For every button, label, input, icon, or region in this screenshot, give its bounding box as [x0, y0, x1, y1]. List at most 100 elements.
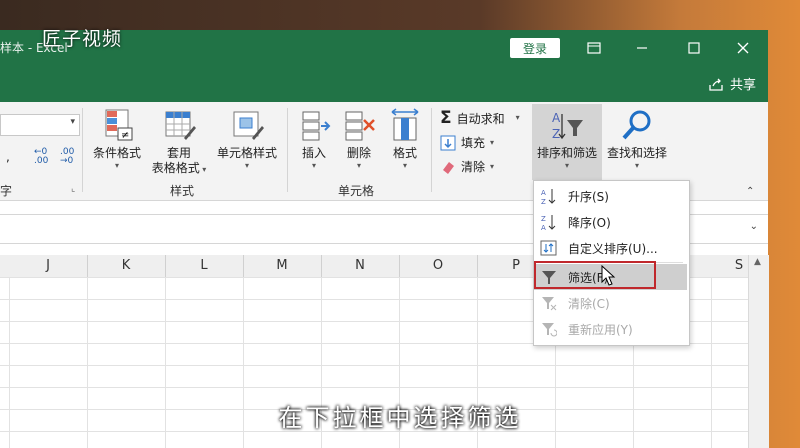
share-label: 共享 [730, 78, 757, 93]
format-as-table-button[interactable]: 套用 表格格式 ▾ [148, 108, 210, 176]
delete-label: 删除 [346, 146, 371, 160]
caret-icon: ▾ [311, 161, 316, 170]
svg-text:A: A [541, 189, 546, 197]
svg-text:Z: Z [541, 215, 546, 223]
column-header-m[interactable]: M [243, 255, 322, 277]
insert-icon [302, 111, 331, 141]
highlight-box [534, 261, 656, 289]
mouse-cursor-icon [601, 265, 616, 286]
format-table-icon [165, 111, 196, 140]
share-button[interactable]: 共享 [708, 74, 756, 93]
number-format-select[interactable]: ▾ [0, 114, 80, 136]
caret-icon: ▾ [490, 161, 495, 171]
close-icon[interactable] [731, 38, 755, 58]
minimize-icon[interactable] [630, 38, 654, 58]
magnifier-icon [622, 110, 651, 140]
sort-ascending-icon: AZ [540, 187, 558, 205]
share-icon [709, 78, 723, 91]
eraser-icon [443, 161, 454, 174]
caret-icon: ▾ [402, 161, 407, 170]
delete-icon [345, 111, 375, 141]
format-button[interactable]: 格式 ▾ [385, 108, 425, 171]
menu-item-label: 清除(C) [568, 296, 610, 311]
caret-icon: ▾ [244, 161, 249, 170]
custom-sort-icon [540, 239, 558, 257]
svg-text:≠: ≠ [121, 130, 129, 141]
menu-item-sort-descending[interactable]: ZA 降序(O) [534, 209, 687, 235]
cell-style-label: 单元格样式 [216, 146, 277, 160]
maximize-icon[interactable] [682, 38, 706, 58]
number-group-label: 字 [0, 184, 13, 198]
insert-label: 插入 [301, 146, 326, 160]
scroll-up-icon[interactable]: ▲ [754, 257, 761, 267]
fill-button[interactable]: 填充 ▾ [440, 134, 494, 151]
column-header-n[interactable]: N [321, 255, 400, 277]
video-subtitle: 在下拉框中选择筛选 [278, 404, 522, 432]
format-table-label-1: 套用 [166, 146, 191, 160]
sort-filter-button[interactable]: A Z 排序和筛选 ▾ [532, 104, 602, 180]
cell-style-icon [233, 111, 264, 140]
column-header-s[interactable]: S [730, 255, 749, 277]
conditional-format-button[interactable]: ≠ 条件格式 ▾ [88, 108, 146, 171]
caret-icon: ▾ [564, 161, 569, 170]
dialog-launcher-icon[interactable]: ⌞ [71, 184, 75, 194]
find-select-label: 查找和选择 [606, 146, 667, 160]
sort-descending-icon: ZA [540, 213, 558, 231]
menu-item-label: 降序(O) [568, 215, 611, 230]
caret-icon: ▾ [634, 161, 639, 170]
reapply-filter-icon [540, 320, 558, 338]
collapse-ribbon-icon[interactable]: ⌃ [746, 186, 754, 197]
cell-style-button[interactable]: 单元格样式 ▾ [212, 108, 282, 171]
conditional-format-label: 条件格式 [92, 146, 141, 160]
fill-label: 填充 [461, 136, 486, 150]
expand-formula-icon[interactable]: ⌄ [750, 221, 758, 232]
clear-button[interactable]: 清除 ▾ [440, 158, 494, 175]
menu-item-label: 重新应用(Y) [568, 322, 633, 337]
caret-icon: ▾ [515, 113, 520, 122]
sort-filter-icon: A Z [552, 111, 583, 141]
group-separator [287, 108, 288, 192]
menu-item-label: 升序(S) [568, 189, 609, 204]
find-select-button[interactable]: 查找和选择 ▾ [604, 108, 670, 171]
styles-group-label: 样式 [170, 184, 195, 198]
ribbon-display-icon[interactable] [582, 38, 606, 58]
sigma-icon: Σ [440, 108, 452, 128]
fill-down-icon [440, 135, 456, 150]
group-separator [431, 108, 432, 192]
caret-icon: ▾ [490, 137, 495, 147]
delete-button[interactable]: 删除 ▾ [339, 108, 379, 171]
svg-text:A: A [552, 111, 561, 125]
caret-icon: ▾ [114, 161, 119, 170]
login-button[interactable]: 登录 [510, 38, 560, 58]
autosum-label: 自动求和 [456, 111, 505, 126]
column-header-l[interactable]: L [165, 255, 244, 277]
format-label: 格式 [392, 146, 417, 160]
menu-item-label: 自定义排序(U)... [568, 241, 658, 256]
format-table-label-2: 表格格式 [151, 161, 200, 175]
cells-group-label: 单元格 [338, 184, 375, 198]
increase-decimal-icon[interactable]: ←0.00 [34, 148, 48, 166]
autosum-button[interactable]: Σ 自动求和 ▾ [440, 108, 520, 128]
sort-filter-label: 排序和筛选 [536, 146, 597, 160]
column-header-k[interactable]: K [87, 255, 166, 277]
insert-button[interactable]: 插入 ▾ [294, 108, 334, 171]
svg-text:A: A [541, 224, 546, 231]
group-separator [82, 108, 83, 192]
format-icon [391, 108, 419, 141]
svg-text:Z: Z [541, 198, 546, 205]
comma-style-icon[interactable]: , [6, 150, 10, 164]
menu-item-clear[interactable]: 清除(C) [534, 290, 687, 316]
clear-filter-icon [540, 294, 558, 312]
menu-item-sort-ascending[interactable]: AZ 升序(S) [534, 183, 687, 209]
decrease-decimal-icon[interactable]: .00 →0 [60, 148, 74, 166]
menu-item-reapply[interactable]: 重新应用(Y) [534, 316, 687, 342]
column-header-j[interactable]: J [9, 255, 88, 277]
tab-bar: 共享 [0, 66, 768, 102]
svg-text:Z: Z [552, 127, 560, 141]
menu-item-custom-sort[interactable]: 自定义排序(U)... [534, 235, 687, 261]
clear-label: 清除 [461, 160, 486, 174]
conditional-format-icon: ≠ [105, 109, 133, 141]
caret-icon: ▾ [356, 161, 361, 170]
watermark: 匠子视频 [42, 28, 123, 50]
column-header-o[interactable]: O [399, 255, 478, 277]
